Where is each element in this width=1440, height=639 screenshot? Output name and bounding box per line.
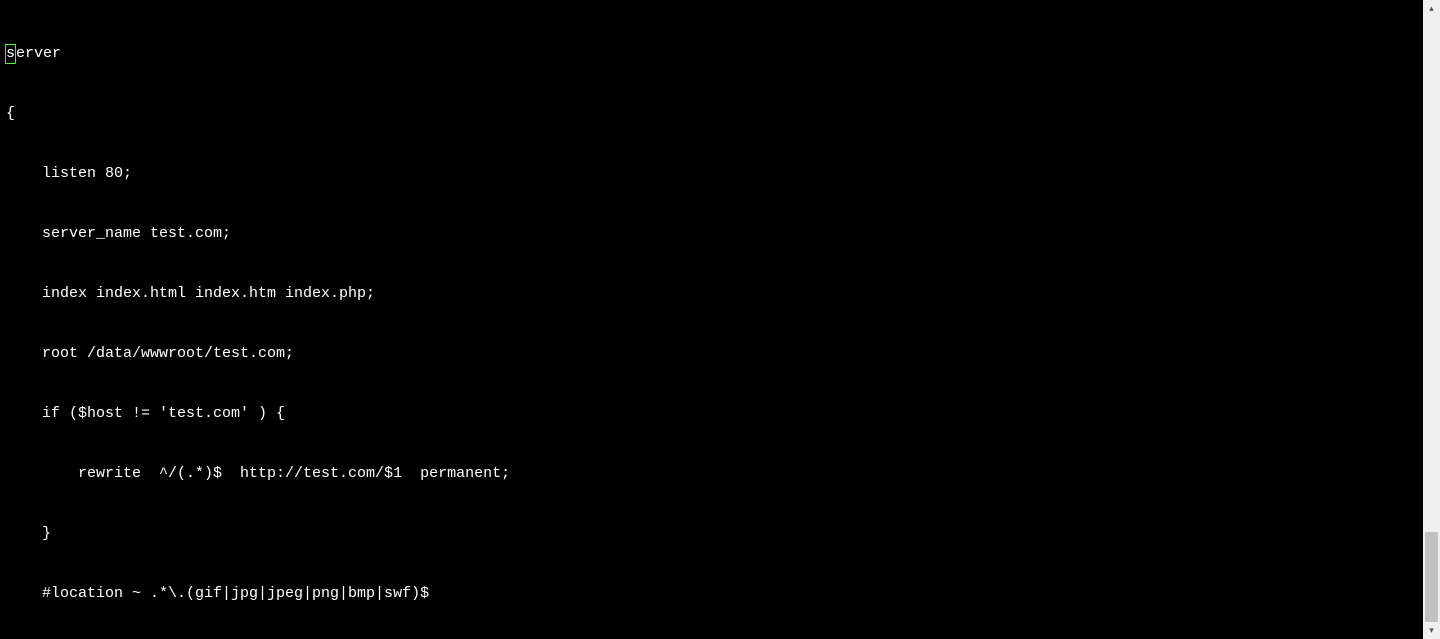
code-line: { [6,104,1423,124]
code-line-first: server [6,44,1423,64]
code-line: if ($host != 'test.com' ) { [6,404,1423,424]
code-line: #location ~ .*\.(gif|jpg|jpeg|png|bmp|sw… [6,584,1423,604]
vertical-scrollbar[interactable]: ▴ ▾ [1423,0,1440,639]
code-line: rewrite ^/(.*)$ http://test.com/$1 perma… [6,464,1423,484]
terminal-editor[interactable]: server { listen 80; server_name test.com… [0,0,1423,639]
scroll-down-button[interactable]: ▾ [1423,622,1440,639]
chevron-up-icon: ▴ [1429,0,1434,19]
chevron-down-icon: ▾ [1429,621,1434,639]
code-line: } [6,524,1423,544]
scroll-track[interactable] [1423,17,1440,622]
code-line: listen 80; [6,164,1423,184]
code-text: erver [16,45,61,62]
cursor: s [5,44,16,64]
scroll-thumb[interactable] [1425,532,1438,622]
scroll-up-button[interactable]: ▴ [1423,0,1440,17]
code-line: root /data/wwwroot/test.com; [6,344,1423,364]
code-line: index index.html index.htm index.php; [6,284,1423,304]
code-line: server_name test.com; [6,224,1423,244]
